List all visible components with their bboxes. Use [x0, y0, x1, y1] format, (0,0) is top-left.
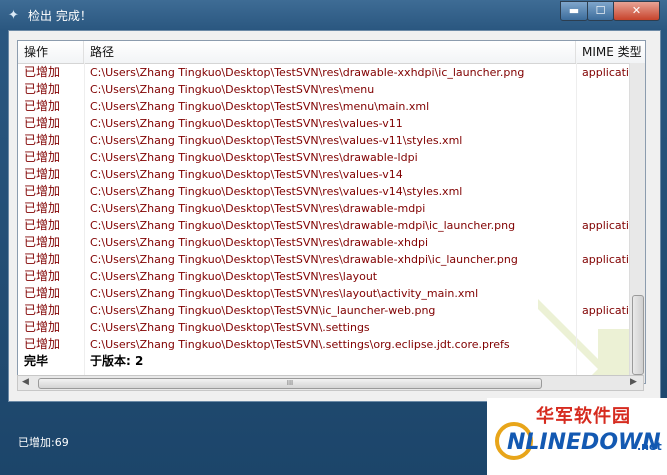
row-action: 已增加: [24, 133, 61, 147]
row-action: 已增加: [24, 201, 61, 215]
row-path: C:\Users\Zhang Tingkuo\Desktop\TestSVN\r…: [90, 83, 375, 96]
list-header: 操作 路径 MIME 类型: [18, 41, 645, 64]
row-path: C:\Users\Zhang Tingkuo\Desktop\TestSVN\r…: [90, 202, 426, 215]
list-rows: 已增加 C:\Users\Zhang Tingkuo\Desktop\TestSV…: [18, 64, 645, 370]
row-action: 已增加: [24, 150, 61, 164]
row-path: C:\Users\Zhang Tingkuo\Desktop\TestSVN\r…: [90, 236, 429, 249]
minimize-button[interactable]: ▬: [560, 1, 588, 21]
horizontal-scroll-thumb[interactable]: III: [38, 378, 542, 389]
list-row[interactable]: 已增加 C:\Users\Zhang Tingkuo\Desktop\TestSV…: [18, 166, 645, 183]
row-path: C:\Users\Zhang Tingkuo\Desktop\TestSVN\r…: [90, 151, 418, 164]
list-row[interactable]: 已增加 C:\Users\Zhang Tingkuo\Desktop\TestSV…: [18, 234, 645, 251]
row-path: C:\Users\Zhang Tingkuo\Desktop\TestSVN\r…: [90, 117, 403, 130]
window-title: 检出 完成！: [28, 9, 92, 23]
maximize-button[interactable]: ☐: [587, 1, 614, 21]
horizontal-scrollbar[interactable]: ◀ III ▶: [17, 375, 644, 391]
list-row[interactable]: 已增加 C:\Users\Zhang Tingkuo\Desktop\TestSV…: [18, 81, 645, 98]
row-path: C:\Users\Zhang Tingkuo\Desktop\TestSVN\r…: [90, 185, 463, 198]
row-action: 已增加: [24, 303, 61, 317]
watermark-logo: 华军软件园 NLINEDOWN .net: [487, 398, 667, 475]
list-row[interactable]: 已增加 C:\Users\Zhang Tingkuo\Desktop\TestSV…: [18, 98, 645, 115]
row-path: C:\Users\Zhang Tingkuo\Desktop\TestSVN\r…: [90, 168, 403, 181]
row-path: C:\Users\Zhang Tingkuo\Desktop\TestSVN\.…: [90, 321, 370, 334]
list-row[interactable]: 已增加 C:\Users\Zhang Tingkuo\Desktop\TestSV…: [18, 200, 645, 217]
status-summary: 已增加:69: [18, 436, 69, 449]
row-action: 已增加: [24, 99, 61, 113]
list-row[interactable]: 已增加 C:\Users\Zhang Tingkuo\Desktop\TestSV…: [18, 132, 645, 149]
row-path: C:\Users\Zhang Tingkuo\Desktop\TestSVN\r…: [90, 270, 378, 283]
grip-icon: III: [286, 379, 294, 387]
list-row[interactable]: 已增加 C:\Users\Zhang Tingkuo\Desktop\TestSV…: [18, 64, 645, 81]
checkout-results-list[interactable]: 操作 路径 MIME 类型 已增加 C:\Users\Zhang Tingkuo\…: [17, 40, 646, 384]
list-row[interactable]: 已增加 C:\Users\Zhang Tingkuo\Desktop\TestSV…: [18, 183, 645, 200]
list-row[interactable]: 已增加 C:\Users\Zhang Tingkuo\Desktop\TestSV…: [18, 149, 645, 166]
row-action: 已增加: [24, 235, 61, 249]
list-row[interactable]: 已增加 C:\Users\Zhang Tingkuo\Desktop\TestSV…: [18, 302, 645, 319]
row-path: C:\Users\Zhang Tingkuo\Desktop\TestSVN\r…: [90, 219, 516, 232]
vertical-scrollbar[interactable]: [629, 63, 645, 383]
row-path: C:\Users\Zhang Tingkuo\Desktop\TestSVN\r…: [90, 253, 518, 266]
list-row[interactable]: 已增加 C:\Users\Zhang Tingkuo\Desktop\TestSV…: [18, 336, 645, 353]
vertical-scroll-thumb[interactable]: [632, 295, 644, 375]
list-row[interactable]: 已增加 C:\Users\Zhang Tingkuo\Desktop\TestSV…: [18, 319, 645, 336]
row-action: 已增加: [24, 116, 61, 130]
scroll-left-arrow-icon[interactable]: ◀: [22, 377, 29, 387]
scroll-right-arrow-icon[interactable]: ▶: [630, 377, 637, 387]
watermark-suffix: .net: [637, 440, 662, 453]
row-path: C:\Users\Zhang Tingkuo\Desktop\TestSVN\i…: [90, 304, 436, 317]
row-action: 已增加: [24, 252, 61, 266]
column-header-mime[interactable]: MIME 类型: [576, 41, 645, 63]
row-path: 于版本: 2: [90, 354, 144, 368]
column-header-action[interactable]: 操作: [18, 41, 84, 63]
content-panel: 操作 路径 MIME 类型 已增加 C:\Users\Zhang Tingkuo\…: [8, 30, 661, 402]
list-row[interactable]: 已增加 C:\Users\Zhang Tingkuo\Desktop\TestSV…: [18, 285, 645, 302]
row-action: 已增加: [24, 218, 61, 232]
row-action: 完毕: [24, 354, 49, 368]
title-bar[interactable]: ✦ 检出 完成！ ▬ ☐ ✕: [0, 0, 667, 30]
row-action: 已增加: [24, 167, 61, 181]
list-row[interactable]: 已增加 C:\Users\Zhang Tingkuo\Desktop\TestSV…: [18, 217, 645, 234]
column-header-path[interactable]: 路径: [84, 41, 576, 63]
row-action: 已增加: [24, 82, 61, 96]
watermark-cn-text: 华军软件园: [536, 406, 631, 427]
tortoise-svn-icon: ✦: [8, 8, 19, 23]
list-row[interactable]: 已增加 C:\Users\Zhang Tingkuo\Desktop\TestSV…: [18, 268, 645, 285]
row-path: C:\Users\Zhang Tingkuo\Desktop\TestSVN\.…: [90, 338, 510, 351]
list-row[interactable]: 已增加 C:\Users\Zhang Tingkuo\Desktop\TestSV…: [18, 115, 645, 132]
summary-row[interactable]: 完毕 于版本: 2: [18, 353, 645, 370]
row-path: C:\Users\Zhang Tingkuo\Desktop\TestSVN\r…: [90, 134, 463, 147]
row-action: 已增加: [24, 320, 61, 334]
row-path: C:\Users\Zhang Tingkuo\Desktop\TestSVN\r…: [90, 100, 430, 113]
row-action: 已增加: [24, 184, 61, 198]
row-action: 已增加: [24, 337, 61, 351]
row-action: 已增加: [24, 269, 61, 283]
row-action: 已增加: [24, 65, 61, 79]
row-action: 已增加: [24, 286, 61, 300]
row-path: C:\Users\Zhang Tingkuo\Desktop\TestSVN\r…: [90, 66, 525, 79]
row-path: C:\Users\Zhang Tingkuo\Desktop\TestSVN\r…: [90, 287, 479, 300]
list-row[interactable]: 已增加 C:\Users\Zhang Tingkuo\Desktop\TestSV…: [18, 251, 645, 268]
checkout-window: ✦ 检出 完成！ ▬ ☐ ✕ 操作 路径 MIME 类型 已增加 C:\Users…: [0, 0, 667, 475]
close-button[interactable]: ✕: [613, 1, 660, 21]
